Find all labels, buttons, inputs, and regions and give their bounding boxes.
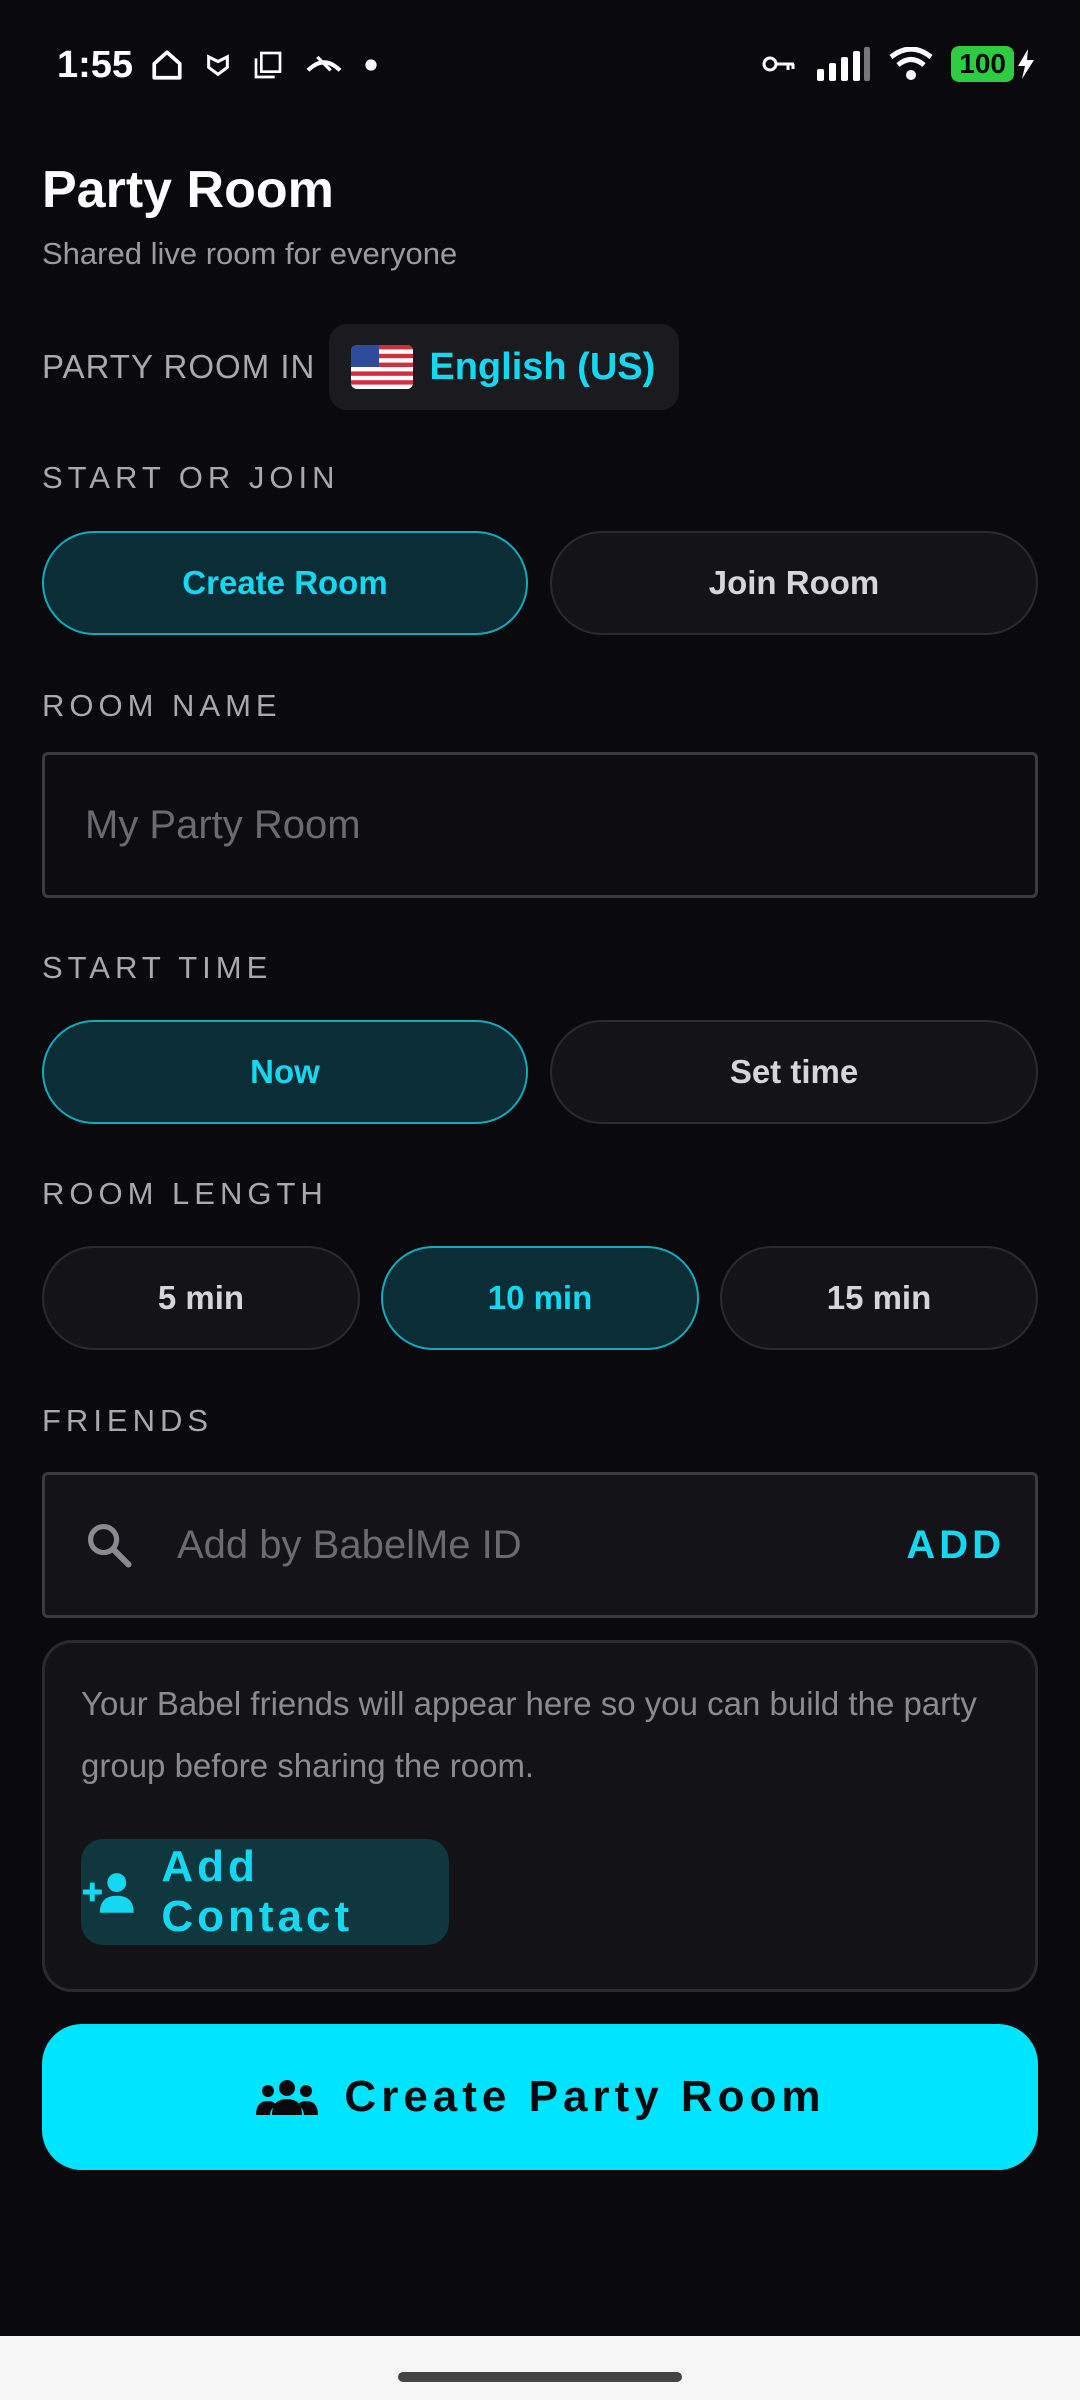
copy-icon [254,51,282,79]
length-15-min-button[interactable]: 15 min [720,1246,1038,1350]
navigation-bar [0,2336,1080,2400]
home-icon [152,50,182,80]
friends-label: FRIENDS [42,1403,214,1438]
add-contact-button[interactable]: Add Contact [81,1839,449,1945]
room-length-label: ROOM LENGTH [42,1176,328,1211]
signal-icon [817,47,871,81]
battery-level: 100 [951,46,1014,82]
length-10-min-button[interactable]: 10 min [381,1246,699,1350]
set-time-button[interactable]: Set time [550,1020,1038,1124]
add-contact-label: Add Contact [161,1842,354,1941]
join-room-button[interactable]: Join Room [550,531,1038,635]
create-party-room-button[interactable]: Create Party Room [42,2024,1038,2170]
home-gesture-handle[interactable] [398,2372,682,2382]
language-selector[interactable]: English (US) [329,324,680,410]
dot-icon [365,59,377,71]
status-icons-right: 100 [761,46,1036,82]
friend-search-placeholder: Add by BabelMe ID [177,1522,522,1567]
friend-search-field[interactable]: Add by BabelMe ID ADD [42,1472,1038,1618]
create-party-room-label: Create Party Room [344,2072,826,2121]
create-room-button[interactable]: Create Room [42,531,528,635]
room-name-input[interactable]: My Party Room [42,752,1038,898]
language-row: PARTY ROOM IN English (US) [42,324,680,410]
language-label: PARTY ROOM IN [42,348,316,385]
battery-icon: 100 [951,46,1036,82]
status-icons-left [150,48,378,82]
call-end-icon [306,55,342,72]
key-icon [762,56,795,72]
room-name-label: ROOM NAME [42,688,282,723]
person-add-icon [82,1873,134,1913]
status-time: 1:55 [57,44,134,86]
page-subtitle: Shared live room for everyone [42,236,458,271]
friends-description: Your Babel friends will appear here so y… [81,1685,977,1784]
wifi-icon [889,47,933,80]
start-or-join-label: START OR JOIN [42,460,340,495]
room-name-placeholder: My Party Room [85,802,361,847]
group-icon [256,2080,319,2115]
charging-icon [1018,49,1034,79]
language-value: English (US) [429,345,656,388]
search-icon [87,1523,132,1568]
us-flag-icon [351,345,414,389]
shield-icon [207,54,229,77]
page-title: Party Room [42,161,334,219]
start-now-button[interactable]: Now [42,1020,528,1124]
status-bar: 1:55 100 [0,0,1080,136]
start-time-label: START TIME [42,950,273,985]
add-friend-button[interactable]: ADD [906,1523,1005,1568]
length-5-min-button[interactable]: 5 min [42,1246,360,1350]
friends-card: Your Babel friends will appear here so y… [42,1640,1038,1992]
